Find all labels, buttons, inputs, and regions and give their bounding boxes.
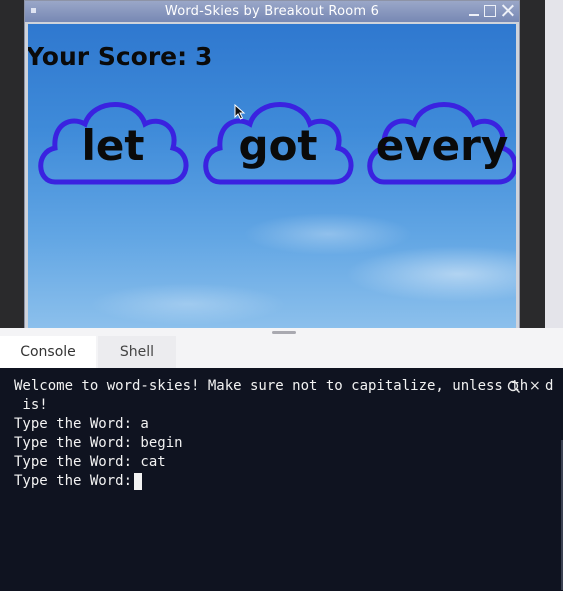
tab-shell[interactable]: Shell xyxy=(98,336,176,368)
cloud-word: let xyxy=(81,121,145,170)
window-title: Word-Skies by Breakout Room 6 xyxy=(164,4,380,19)
cloud-word: got xyxy=(238,121,318,170)
console-line: Welcome to word-skies! Make sure not to … xyxy=(14,378,529,394)
window-titlebar[interactable]: Word-Skies by Breakout Room 6 xyxy=(25,1,519,22)
console-trailing-char: d xyxy=(545,378,554,394)
console-line: Type the Word: cat xyxy=(14,454,166,470)
score-label: Your Score: xyxy=(28,42,188,71)
console-output[interactable]: Welcome to word-skies! Make sure not to … xyxy=(0,368,563,591)
word-cloud: every xyxy=(362,94,516,189)
minimize-icon[interactable] xyxy=(468,4,480,17)
panel-resize-handle[interactable] xyxy=(272,331,296,334)
console-prompt-line: Type the Word: xyxy=(14,473,141,489)
word-cloud: got xyxy=(198,94,358,189)
console-line: Type the Word: begin xyxy=(14,435,183,451)
word-cloud: let xyxy=(33,94,193,189)
game-canvas[interactable]: Your Score: 3 let got every xyxy=(28,24,516,329)
search-icon[interactable] xyxy=(504,377,532,397)
maximize-icon[interactable] xyxy=(484,5,496,17)
console-line: is! xyxy=(14,397,48,413)
tab-console[interactable]: Console xyxy=(0,336,96,368)
cloud-word: every xyxy=(375,121,509,170)
text-cursor[interactable] xyxy=(134,473,142,490)
close-search-icon[interactable]: × xyxy=(529,377,541,395)
mouse-pointer-icon xyxy=(234,104,246,120)
score-value: 3 xyxy=(195,42,213,71)
game-window: Word-Skies by Breakout Room 6 Your Score… xyxy=(24,0,520,330)
close-icon[interactable] xyxy=(501,4,515,17)
console-line: Type the Word: a xyxy=(14,416,149,432)
desktop-side-strip xyxy=(545,0,563,328)
